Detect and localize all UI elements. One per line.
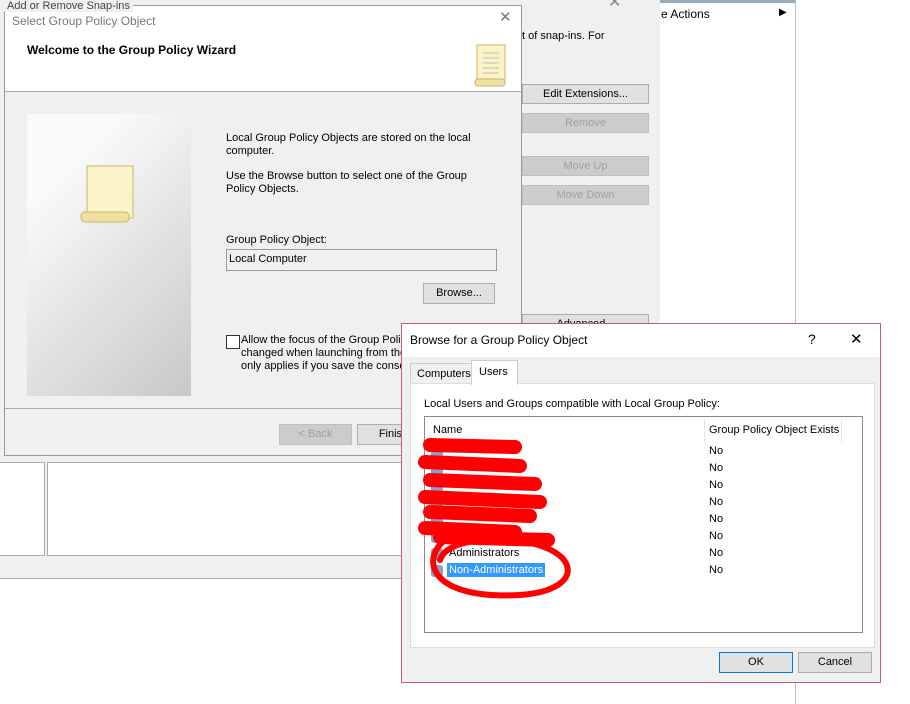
group-icon	[431, 514, 443, 526]
row-name	[447, 495, 451, 497]
close-icon[interactable]: ✕	[850, 330, 863, 348]
table-row[interactable]: No	[425, 478, 862, 495]
gpo-label: Group Policy Object:	[226, 234, 327, 246]
list-label: Local Users and Groups compatible with L…	[424, 398, 720, 410]
close-icon[interactable]: ✕	[499, 8, 512, 26]
chevron-right-icon: ▶	[779, 7, 787, 18]
row-name	[447, 478, 451, 480]
group-icon	[431, 565, 443, 577]
row-exists: No	[709, 513, 724, 525]
checkbox-label: only applies if you save the conso	[241, 360, 406, 372]
scroll-icon	[474, 44, 506, 87]
tab-computers[interactable]: Computers	[410, 363, 472, 384]
scroll-icon	[80, 165, 134, 223]
group-icon	[431, 531, 443, 543]
close-icon[interactable]: ✕	[608, 0, 621, 12]
tab-label: Computers	[417, 368, 471, 380]
column-header-exists[interactable]: Group Policy Object Exists	[709, 424, 839, 436]
row-name	[447, 444, 451, 446]
tab-users[interactable]: Users	[471, 360, 518, 385]
browse-dialog: Browse for a Group Policy Object ? ✕ Com…	[401, 323, 881, 683]
remove-button[interactable]: Remove	[522, 113, 649, 133]
browse-title: Browse for a Group Policy Object	[410, 333, 588, 347]
row-exists: No	[709, 530, 724, 542]
snapins-title: Add or Remove Snap-ins	[4, 0, 133, 12]
wizard-heading: Welcome to the Group Policy Wizard	[27, 43, 237, 57]
group-icon	[431, 548, 443, 560]
row-exists: No	[709, 547, 724, 559]
cancel-button[interactable]: Cancel	[798, 652, 872, 673]
group-icon	[431, 446, 443, 458]
ok-button[interactable]: OK	[719, 652, 793, 673]
row-exists: No	[709, 479, 724, 491]
back-button[interactable]: < Back	[279, 424, 352, 445]
wizard-para1: Local Group Policy Objects are stored on…	[226, 132, 471, 157]
row-exists: No	[709, 445, 724, 457]
row-name	[447, 512, 451, 514]
checkbox-label: changed when launching from the	[241, 347, 407, 359]
table-row[interactable]: No	[425, 444, 862, 461]
browse-button[interactable]: Browse...	[423, 283, 495, 304]
row-exists: No	[709, 462, 724, 474]
checkbox-label: Allow the focus of the Group Polic	[241, 334, 407, 346]
tab-label: Users	[479, 366, 508, 378]
focus-checkbox[interactable]	[226, 335, 240, 349]
row-name	[447, 461, 451, 463]
snapins-desc: t of snap-ins. For	[522, 30, 605, 42]
gpo-field[interactable]: Local Computer	[226, 249, 497, 271]
group-icon	[431, 480, 443, 492]
wizard-banner-image	[27, 114, 191, 396]
row-name: Non-Administrators	[447, 563, 546, 577]
table-row[interactable]: No	[425, 529, 862, 546]
row-name	[447, 529, 451, 531]
table-row[interactable]: No	[425, 461, 862, 478]
available-snapins-list[interactable]	[0, 462, 45, 556]
table-row[interactable]: Non-Administrators No	[425, 563, 862, 580]
row-name: Administrators	[449, 547, 520, 559]
wizard-title: Select Group Policy Object	[12, 14, 156, 28]
move-down-button[interactable]: Move Down	[522, 185, 649, 205]
move-up-button[interactable]: Move Up	[522, 156, 649, 176]
row-exists: No	[709, 564, 724, 576]
table-row[interactable]: No	[425, 495, 862, 512]
wizard-para2: Use the Browse button to select one of t…	[226, 170, 467, 195]
row-exists: No	[709, 496, 724, 508]
actions-item[interactable]: e Actions	[661, 7, 710, 21]
gpo-list[interactable]: Name Group Policy Object Exists No No No No…	[424, 416, 863, 633]
edit-extensions-button[interactable]: Edit Extensions...	[522, 84, 649, 104]
group-icon	[431, 463, 443, 475]
table-row[interactable]: Administrators No	[425, 546, 862, 563]
help-icon[interactable]: ?	[808, 331, 816, 347]
group-icon	[431, 497, 443, 509]
table-row[interactable]: No	[425, 512, 862, 529]
column-header-name[interactable]: Name	[433, 424, 462, 436]
